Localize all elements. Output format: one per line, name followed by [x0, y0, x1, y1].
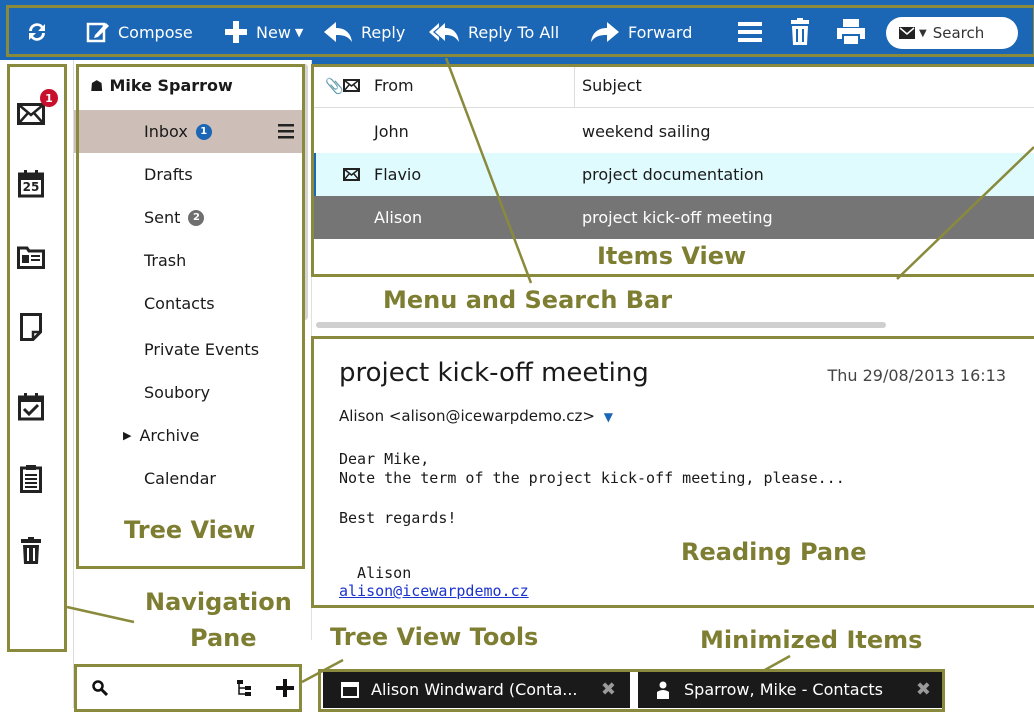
- callout-pane: Pane: [190, 624, 257, 652]
- tree-view-frame: [76, 64, 305, 569]
- items-scrollbar[interactable]: [316, 322, 886, 328]
- callout-tree-tools: Tree View Tools: [330, 623, 539, 651]
- minimized-items-frame: [318, 669, 945, 712]
- callout-items-view: Items View: [597, 242, 747, 270]
- callout-menu-search: Menu and Search Bar: [383, 286, 673, 314]
- menu-bar-frame: [6, 5, 1034, 57]
- callout-tree-view: Tree View: [124, 516, 256, 544]
- callout-reading-pane: Reading Pane: [681, 538, 867, 566]
- tree-tools-frame: [74, 664, 302, 712]
- reading-pane-frame: [311, 336, 1034, 608]
- callout-minimized: Minimized Items: [700, 626, 923, 654]
- callout-navigation: Navigation: [145, 588, 292, 616]
- navigation-pane-frame: [7, 64, 67, 652]
